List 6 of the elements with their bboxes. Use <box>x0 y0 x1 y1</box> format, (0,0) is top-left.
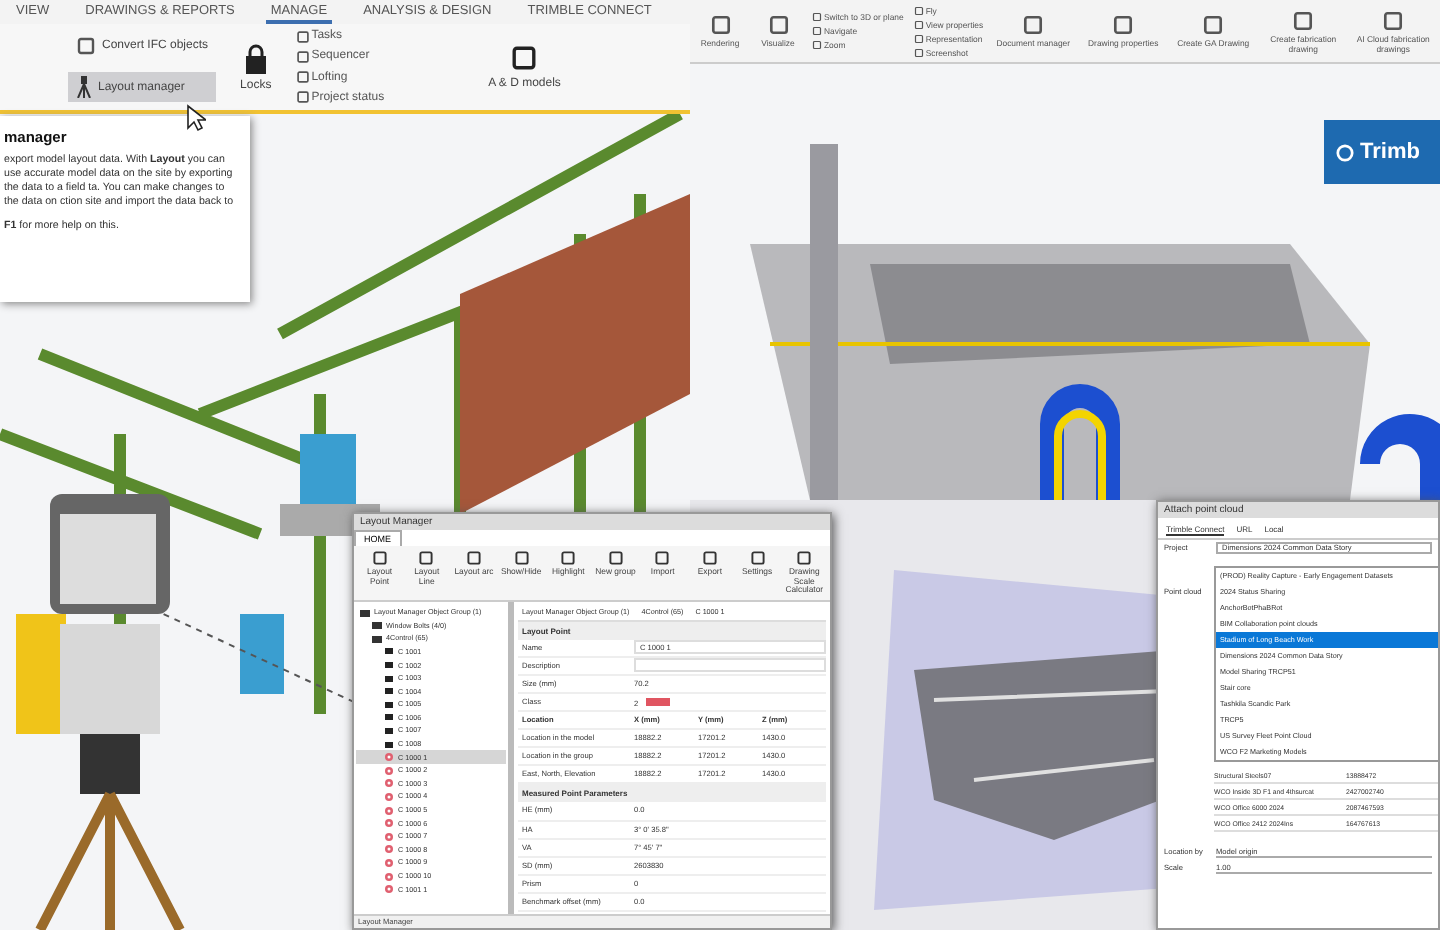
logo: Trimb <box>1324 120 1440 184</box>
tripod-icon <box>76 76 92 98</box>
class-swatch <box>646 697 671 706</box>
lock-icon <box>243 43 268 73</box>
input-field[interactable] <box>634 658 826 673</box>
logo-icon <box>1336 143 1354 161</box>
